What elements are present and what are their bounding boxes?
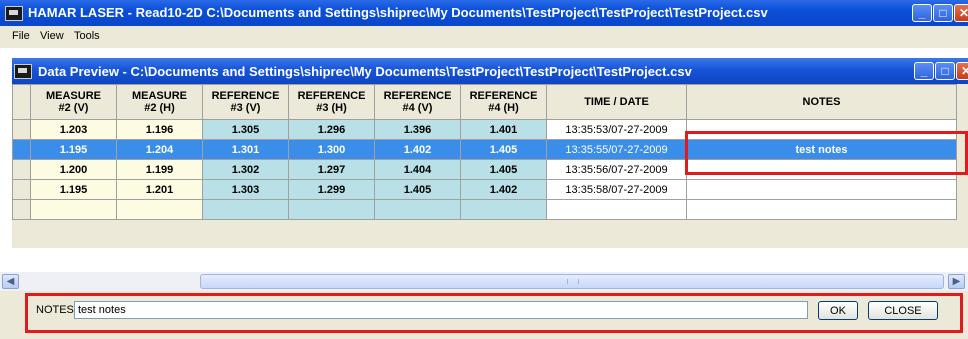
menu-view[interactable]: View [40,30,64,42]
cell-measure-2h[interactable]: 1.201 [116,179,203,200]
col-header-reference-4v[interactable]: REFERENCE #4 (V) [374,84,461,120]
ok-button[interactable]: OK [818,301,858,320]
row-header[interactable] [12,199,31,220]
cell-reference-3v[interactable]: 1.301 [202,139,289,160]
cell-time-date[interactable] [546,199,687,220]
cell-reference-4v[interactable]: 1.404 [374,159,461,180]
cell-notes[interactable]: test notes [686,139,957,160]
cell-time-date[interactable]: 13:35:56/07-27-2009 [546,159,687,180]
cell-time-date[interactable]: 13:35:53/07-27-2009 [546,119,687,140]
close-button[interactable]: ✕ [954,4,968,22]
cell-reference-3v[interactable]: 1.303 [202,179,289,200]
close-icon: ✕ [958,6,968,20]
cell-reference-3h[interactable]: 1.300 [288,139,375,160]
preview-minimize-button[interactable]: _ [914,62,934,80]
row-header[interactable] [12,179,31,200]
data-preview-title-bar: Data Preview - C:\Documents and Settings… [12,58,968,84]
cell-reference-4h[interactable]: 1.405 [460,159,547,180]
col-header-reference-3h[interactable]: REFERENCE #3 (H) [288,84,375,120]
menu-file[interactable]: File [12,30,30,42]
notes-label: NOTES: [36,304,77,316]
horizontal-scrollbar[interactable]: ◀ ▶ [0,272,968,291]
cell-reference-3h[interactable]: 1.297 [288,159,375,180]
row-header-corner [12,84,31,120]
cell-measure-2h[interactable]: 1.196 [116,119,203,140]
col-header-time-date[interactable]: TIME / DATE [546,84,687,120]
table-row[interactable] [12,199,957,220]
cell-notes[interactable] [686,119,957,140]
cell-reference-4v[interactable] [374,199,461,220]
menu-tools[interactable]: Tools [74,30,100,42]
cell-measure-2v[interactable]: 1.195 [30,179,117,200]
grid-header-row: MEASURE #2 (V) MEASURE #2 (H) REFERENCE #3 … [12,84,957,120]
cell-reference-3h[interactable] [288,199,375,220]
minimize-icon: _ [920,64,928,78]
cell-reference-3v[interactable]: 1.305 [202,119,289,140]
preview-maximize-button[interactable]: □ [935,62,955,80]
cell-time-date[interactable]: 13:35:55/07-27-2009 [546,139,687,160]
cell-measure-2h[interactable] [116,199,203,220]
maximize-icon: □ [939,6,947,20]
cell-reference-4h[interactable]: 1.405 [460,139,547,160]
window-title: HAMAR LASER - Read10-2D C:\Documents and… [28,5,768,20]
notes-input[interactable] [74,301,808,319]
maximize-icon: □ [941,64,949,78]
table-row[interactable]: 1.195 1.204 1.301 1.300 1.402 1.405 13:35:55/0… [12,139,957,160]
table-row[interactable]: 1.203 1.196 1.305 1.296 1.396 1.401 13:35:53/0… [12,119,957,140]
cell-time-date[interactable]: 13:35:58/07-27-2009 [546,179,687,200]
cell-notes[interactable] [686,199,957,220]
cell-reference-3h[interactable]: 1.296 [288,119,375,140]
scroll-right-button[interactable]: ▶ [948,274,965,289]
cell-reference-3v[interactable] [202,199,289,220]
scrollbar-thumb[interactable] [200,274,944,289]
cell-reference-4v[interactable]: 1.402 [374,139,461,160]
col-header-measure-2v[interactable]: MEASURE #2 (V) [30,84,117,120]
data-grid: MEASURE #2 (V) MEASURE #2 (H) REFERENCE #3 … [12,84,957,220]
notes-panel: NOTES: OK CLOSE [0,291,968,339]
table-row[interactable]: 1.195 1.201 1.303 1.299 1.405 1.402 13:35:58/0… [12,179,957,200]
table-row[interactable]: 1.200 1.199 1.302 1.297 1.404 1.405 13:35:56/0… [12,159,957,180]
cell-reference-4h[interactable] [460,199,547,220]
cell-reference-4h[interactable]: 1.402 [460,179,547,200]
cell-measure-2h[interactable]: 1.204 [116,139,203,160]
maximize-button[interactable]: □ [933,4,953,22]
col-header-notes[interactable]: NOTES [686,84,957,120]
cell-notes[interactable] [686,179,957,200]
close-icon: ✕ [960,64,968,78]
close-notes-button[interactable]: CLOSE [868,301,938,320]
cell-notes[interactable] [686,159,957,180]
cell-measure-2h[interactable]: 1.199 [116,159,203,180]
cell-reference-4h[interactable]: 1.401 [460,119,547,140]
cell-reference-3v[interactable]: 1.302 [202,159,289,180]
cell-measure-2v[interactable]: 1.203 [30,119,117,140]
data-preview-title: Data Preview - C:\Documents and Settings… [38,64,692,79]
menu-bar: File View Tools [0,26,968,48]
cell-measure-2v[interactable]: 1.200 [30,159,117,180]
col-header-reference-3v[interactable]: REFERENCE #3 (V) [202,84,289,120]
cell-reference-4v[interactable]: 1.405 [374,179,461,200]
row-header[interactable] [12,159,31,180]
cell-measure-2v[interactable]: 1.195 [30,139,117,160]
minimize-button[interactable]: _ [912,4,932,22]
scrollbar-grip [567,279,579,284]
window-title-bar: HAMAR LASER - Read10-2D C:\Documents and… [0,0,968,26]
cell-reference-3h[interactable]: 1.299 [288,179,375,200]
scroll-right-icon: ▶ [952,276,961,287]
cell-measure-2v[interactable] [30,199,117,220]
preview-close-button[interactable]: ✕ [956,62,968,80]
row-header[interactable] [12,119,31,140]
cell-reference-4v[interactable]: 1.396 [374,119,461,140]
minimize-icon: _ [918,6,926,20]
row-header[interactable] [12,139,31,160]
scroll-left-button[interactable]: ◀ [2,274,19,289]
data-preview-app-icon [14,64,32,79]
col-header-measure-2h[interactable]: MEASURE #2 (H) [116,84,203,120]
col-header-reference-4h[interactable]: REFERENCE #4 (H) [460,84,547,120]
app-icon [5,6,23,21]
scroll-left-icon: ◀ [6,276,15,287]
data-preview-window: Data Preview - C:\Documents and Settings… [12,58,968,248]
